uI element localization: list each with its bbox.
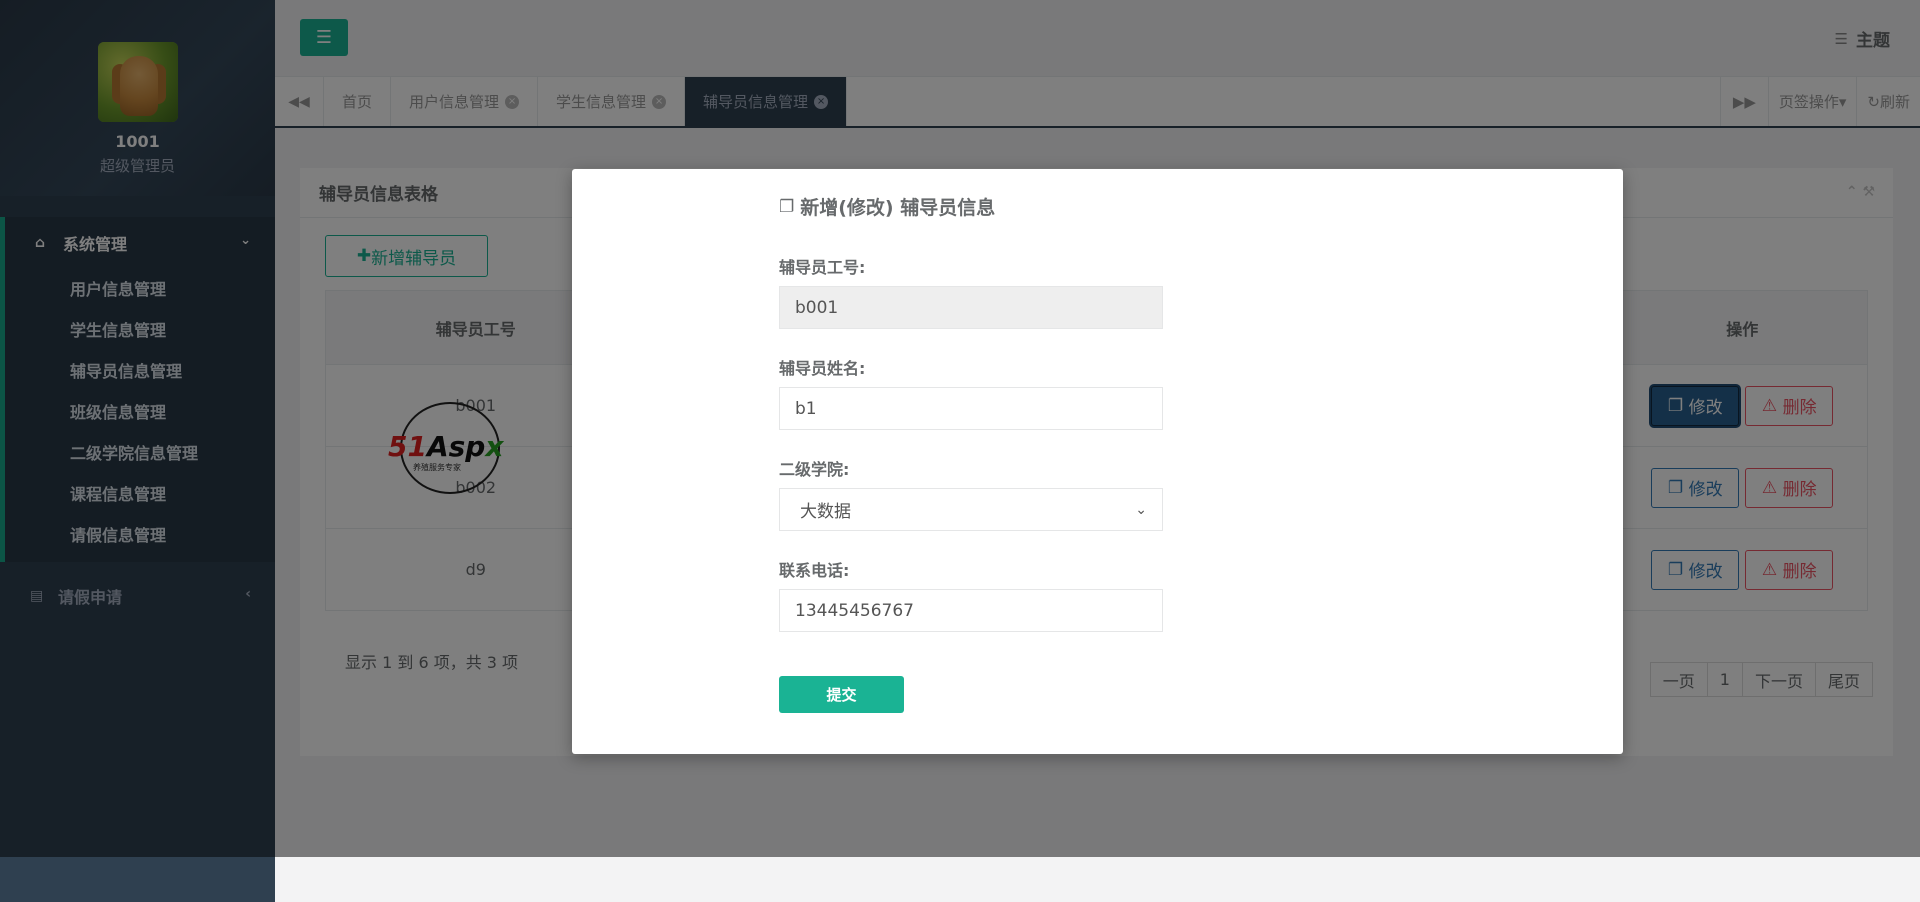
- counselor-name-label: 辅导员姓名:: [779, 359, 866, 378]
- counselor-name-input[interactable]: b1: [779, 387, 1163, 430]
- phone-input[interactable]: 13445456767: [779, 589, 1163, 632]
- chevron-down-icon: ⌄: [1135, 501, 1147, 518]
- modal-title-text: 新增(修改) 辅导员信息: [800, 197, 996, 219]
- submit-button[interactable]: 提交: [779, 676, 904, 713]
- footer-strip: [275, 857, 1920, 902]
- copy-icon: ❐: [779, 196, 795, 217]
- modal-body: ❐ 新增(修改) 辅导员信息 辅导员工号: b001 辅导员姓名: b1 二级学…: [779, 169, 1169, 713]
- modal-title: ❐ 新增(修改) 辅导员信息: [779, 193, 1169, 220]
- college-label: 二级学院:: [779, 460, 850, 479]
- phone-label: 联系电话:: [779, 561, 850, 580]
- counselor-id-input[interactable]: b001: [779, 286, 1163, 329]
- college-select[interactable]: 大数据 ⌄: [779, 488, 1163, 531]
- counselor-modal: ❐ 新增(修改) 辅导员信息 辅导员工号: b001 辅导员姓名: b1 二级学…: [572, 169, 1623, 754]
- college-select-value: 大数据: [800, 502, 851, 522]
- counselor-id-label: 辅导员工号:: [779, 258, 866, 277]
